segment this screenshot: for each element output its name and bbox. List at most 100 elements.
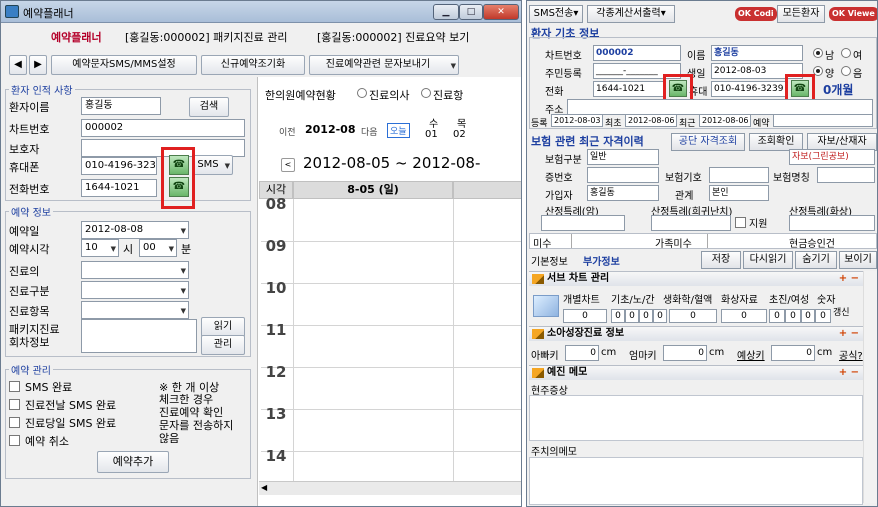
treatment-item-select[interactable] (81, 301, 189, 319)
window-title-bar: 예약플래너 ▁ □ ✕ (1, 1, 521, 23)
address-field[interactable] (567, 99, 873, 115)
hour-select[interactable]: 10 (81, 239, 119, 257)
room-radio-label: 진료항 (433, 89, 464, 102)
prev-day-sms-checkbox[interactable] (9, 399, 20, 410)
new-reservation-button[interactable]: 신규예약조기화 (201, 55, 305, 75)
phone-input[interactable]: 1644-1021 (81, 179, 157, 197)
cert-number-field[interactable] (587, 167, 659, 183)
mobile-field[interactable]: 010-4196-3239 (711, 81, 787, 97)
minimize-button[interactable]: ▁ (433, 4, 459, 20)
tab-extra-info[interactable]: 부가정보 (583, 253, 620, 268)
tab-package-treatment[interactable]: [홍길동:000002] 패키지진료 관리 (119, 27, 293, 49)
special-cancer-field[interactable] (541, 215, 625, 231)
cancel-reservation-checkbox[interactable] (9, 435, 20, 446)
sms-done-label: SMS 완료 (25, 381, 73, 394)
minute-select[interactable]: 00 (139, 239, 177, 257)
horizontal-scrollbar[interactable]: ◀ (259, 481, 521, 495)
special-rare-field[interactable] (651, 215, 731, 231)
scroll-left-icon[interactable]: ◀ (261, 483, 267, 492)
tab-treatment-summary[interactable]: [홍길동:000002] 진료요약 보기 (311, 27, 475, 49)
tab-reservation-planner[interactable]: 예약플래너 (45, 27, 108, 49)
prev-day-sms-label: 진료전날 SMS 완료 (25, 399, 117, 412)
day-02[interactable]: 02 (453, 129, 466, 140)
sms-done-checkbox[interactable] (9, 381, 20, 392)
hour-line (261, 451, 521, 452)
ok-codi-button[interactable]: OK Codi (735, 7, 777, 21)
vertical-scrollbar[interactable] (863, 271, 877, 503)
weekday-wed: 수 (429, 119, 439, 130)
close-button[interactable]: ✕ (483, 4, 519, 20)
male-radio[interactable] (813, 48, 823, 58)
growth-chart-icon[interactable] (533, 295, 559, 317)
caution-textarea[interactable] (529, 457, 863, 505)
add-reservation-button[interactable]: 예약추가 (97, 451, 169, 473)
holder-field[interactable]: 홍길동 (587, 185, 659, 201)
insurer-code-field[interactable] (709, 167, 769, 183)
expand-collapse-icon[interactable]: + − (839, 366, 859, 380)
read-button[interactable]: 읽기 (201, 317, 245, 337)
name-field[interactable]: 홍길동 (711, 45, 803, 61)
first-visit-date: 2012-08-06 (625, 114, 677, 127)
reload-button[interactable]: 다시읽기 (743, 251, 793, 269)
female-radio[interactable] (841, 48, 851, 58)
today-button[interactable]: 오늘 (387, 123, 410, 138)
reservation-date-picker[interactable]: 2012-08-08 (81, 221, 189, 239)
maximize-button[interactable]: □ (459, 4, 483, 20)
window-title: 예약플래너 (23, 7, 74, 20)
show-button[interactable]: 보이기 (839, 251, 877, 269)
ok-viewer-button[interactable]: OK Viewe (829, 7, 877, 21)
day-header-next (453, 181, 521, 199)
minute-unit: 분 (181, 243, 192, 256)
prev-week-button[interactable]: < (281, 158, 295, 172)
relation-field[interactable]: 본인 (709, 185, 769, 201)
expected-height-label[interactable]: 예상키 (737, 347, 765, 362)
doctor-select[interactable] (81, 261, 189, 279)
day-01[interactable]: 01 (425, 129, 438, 140)
save-button[interactable]: 저장 (701, 251, 741, 269)
treatment-type-label: 진료구분 (9, 285, 50, 298)
public-check-button[interactable]: 공단 자격조회 (671, 133, 745, 151)
patient-name-input[interactable]: 홍길동 (81, 97, 161, 115)
insurer-name-field[interactable] (817, 167, 875, 183)
special-burn-field[interactable] (789, 215, 875, 231)
phone-field[interactable]: 1644-1021 (593, 81, 665, 97)
support-label: 지원 (749, 219, 768, 230)
insurance-type-field[interactable]: 일반 (587, 149, 659, 165)
send-message-dropdown[interactable]: 진료예약관련 문자보내기 (309, 55, 459, 75)
room-radio[interactable] (421, 88, 431, 98)
hour-unit: 시 (123, 243, 134, 256)
chart-number-input[interactable]: 000002 (81, 119, 245, 137)
lunar-radio[interactable] (841, 66, 851, 76)
mother-height-field[interactable]: 0 (663, 345, 707, 361)
mobile-input[interactable]: 010-4196-323 (81, 157, 157, 175)
prev-arrow-button[interactable]: ◀ (9, 55, 27, 75)
father-height-field[interactable]: 0 (565, 345, 599, 361)
treatment-type-select[interactable] (81, 281, 189, 299)
sms-send-dropdown[interactable]: SMS전송▾ (529, 5, 583, 23)
next-month-link[interactable]: 다음 (361, 125, 378, 138)
chart-number-field[interactable]: 000002 (593, 45, 681, 61)
symptom-textarea[interactable] (529, 395, 863, 441)
self-note-field: 자보(그린공보) (789, 149, 875, 165)
manage-button[interactable]: 관리 (201, 335, 245, 355)
search-button[interactable]: 검색 (189, 97, 229, 117)
same-day-sms-checkbox[interactable] (9, 417, 20, 428)
unit-label: cm (601, 347, 617, 358)
sms-dropdown[interactable]: SMS (193, 155, 233, 175)
refresh-label[interactable]: 갱신 (833, 305, 850, 318)
prev-month-link[interactable]: 이전 (279, 125, 296, 138)
hide-button[interactable]: 숨기기 (795, 251, 837, 269)
expected-height-field[interactable]: 0 (771, 345, 815, 361)
tab-basic-info[interactable]: 기본정보 (531, 253, 568, 268)
doctor-radio-label: 진료의사 (369, 89, 410, 102)
formula-link[interactable]: 공식? (839, 347, 863, 362)
sms-setting-button[interactable]: 예약문자SMS/MMS설정 (51, 55, 197, 75)
expand-collapse-icon[interactable]: + − (839, 272, 859, 286)
next-arrow-button[interactable]: ▶ (29, 55, 47, 75)
doctor-radio[interactable] (357, 88, 367, 98)
invoice-print-dropdown[interactable]: 각종계산서출력▾ (587, 5, 675, 23)
expand-collapse-icon[interactable]: + − (839, 327, 859, 341)
all-patients-button[interactable]: 모든환자 (777, 5, 825, 23)
caution-label: 주치의메모 (531, 447, 577, 458)
support-checkbox[interactable] (735, 217, 746, 228)
